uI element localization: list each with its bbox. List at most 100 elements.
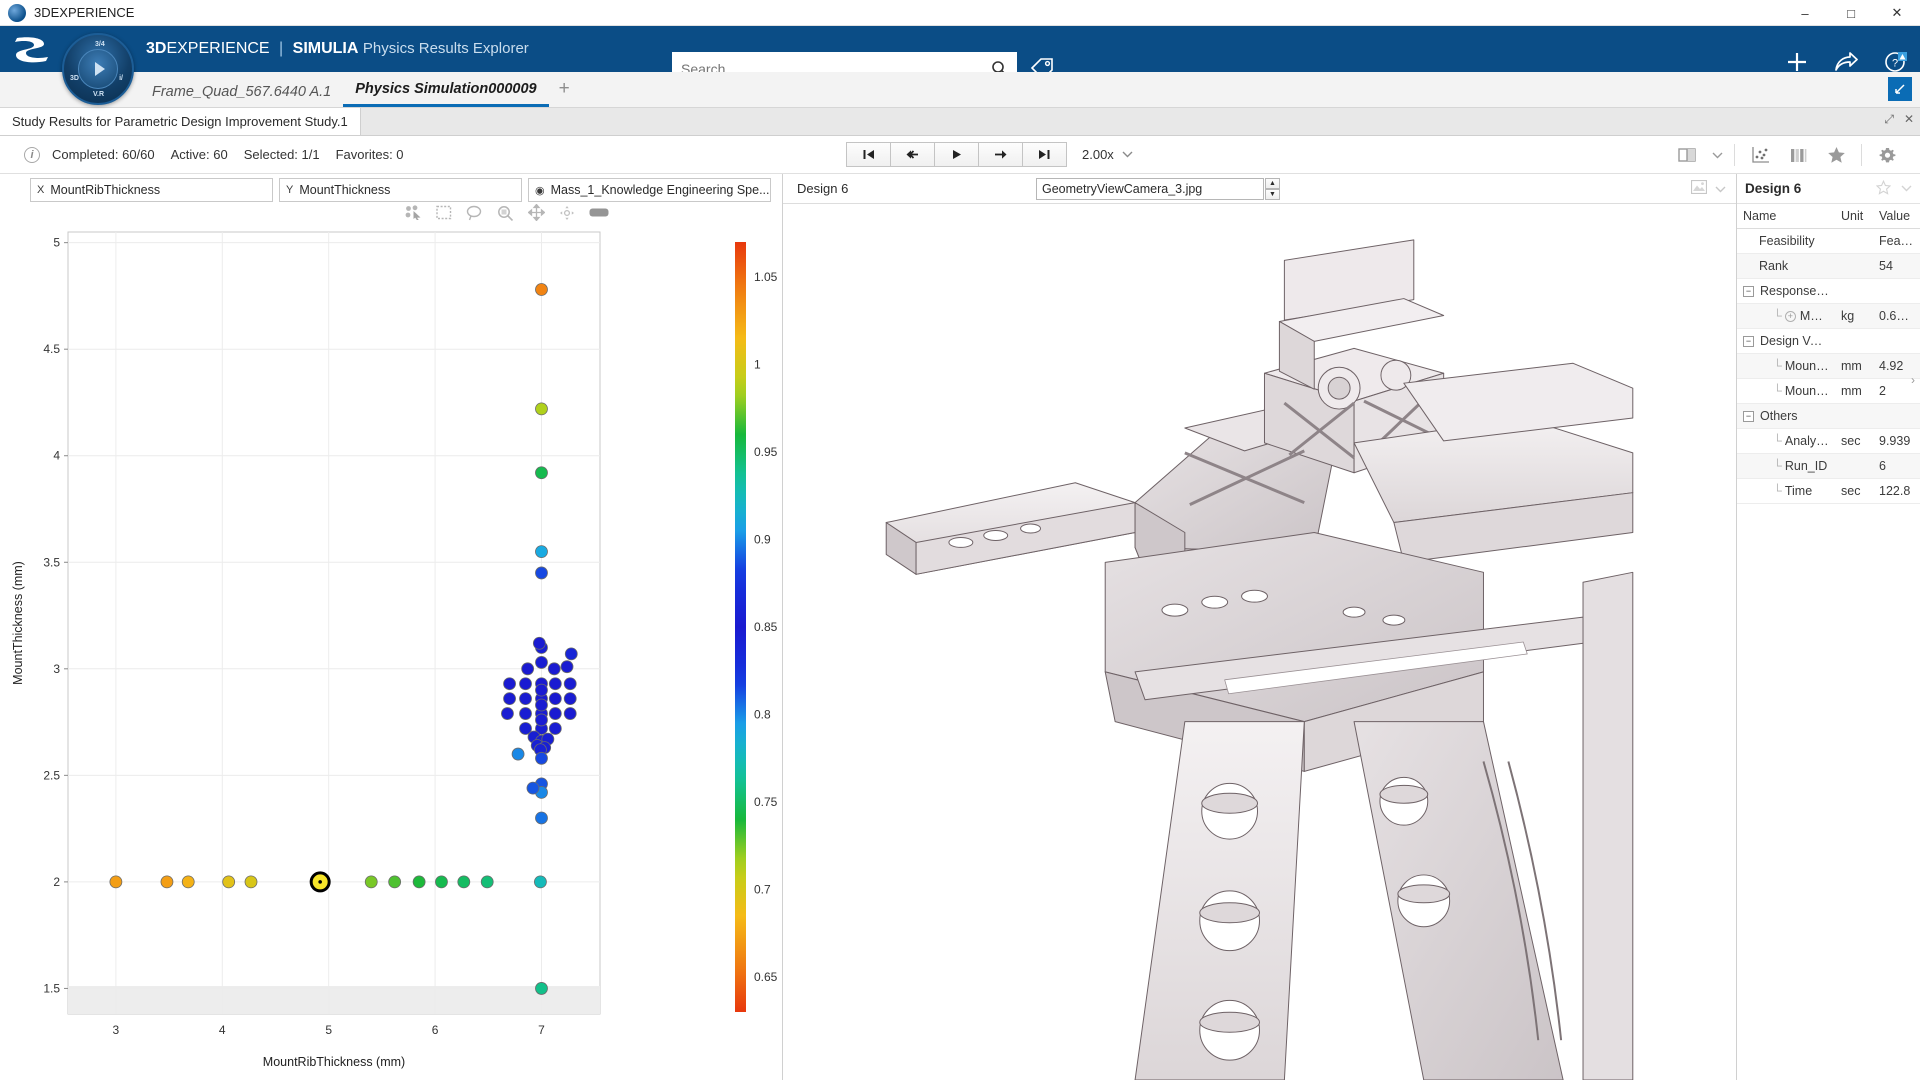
data-point[interactable] <box>522 663 534 675</box>
table-row[interactable]: FeasibilityFeasible <box>1737 229 1920 254</box>
play-button[interactable] <box>934 142 979 167</box>
color-variable-selector[interactable]: ◉ Mass_1_Knowledge Engineering Spe... <box>528 178 771 202</box>
rectangle-select-icon[interactable] <box>436 205 452 223</box>
table-row[interactable]: └MountThick...mm2 <box>1737 379 1920 404</box>
layout-dropdown-chevron-down-icon[interactable] <box>1706 140 1728 170</box>
camera-file-spinner[interactable]: ▲ ▼ <box>1265 178 1280 200</box>
minimize-button[interactable]: – <box>1782 0 1828 26</box>
spinner-down-button[interactable]: ▼ <box>1265 189 1280 200</box>
table-row[interactable]: −Others <box>1737 404 1920 429</box>
data-point[interactable] <box>549 722 561 734</box>
data-point[interactable] <box>501 708 513 720</box>
data-point[interactable] <box>549 693 561 705</box>
collapse-panel-button[interactable] <box>1888 77 1912 101</box>
data-point[interactable] <box>564 693 576 705</box>
scatter-plot-icon[interactable] <box>1741 140 1779 170</box>
close-button[interactable]: ✕ <box>1874 0 1920 26</box>
add-content-tab-button[interactable]: + <box>549 78 582 107</box>
table-row[interactable]: └MountRibTh...mm4.92 <box>1737 354 1920 379</box>
lasso-select-icon[interactable] <box>466 205 483 224</box>
legend-toggle-icon[interactable] <box>589 206 609 222</box>
table-row[interactable]: −Response Variables <box>1737 279 1920 304</box>
data-point[interactable] <box>535 546 547 558</box>
spinner-up-button[interactable]: ▲ <box>1265 178 1280 189</box>
first-frame-button[interactable] <box>846 142 891 167</box>
data-point[interactable] <box>161 876 173 888</box>
favorite-star-icon[interactable] <box>1876 180 1891 198</box>
scatter-plot-area[interactable]: 1.522.533.544.5534567MountRibThickness (… <box>0 224 782 1084</box>
data-point[interactable] <box>535 982 547 994</box>
colorbar[interactable] <box>735 242 746 1012</box>
data-point[interactable] <box>534 876 546 888</box>
data-point[interactable] <box>182 876 194 888</box>
maximize-button[interactable]: □ <box>1828 0 1874 26</box>
reset-view-icon[interactable] <box>559 205 575 224</box>
pan-icon[interactable] <box>528 204 545 224</box>
data-point[interactable] <box>535 812 547 824</box>
data-point[interactable] <box>365 876 377 888</box>
data-point[interactable] <box>533 637 545 649</box>
data-point[interactable] <box>504 693 516 705</box>
viewport-chevron-down-icon[interactable] <box>1715 181 1726 196</box>
last-frame-button[interactable] <box>1022 142 1067 167</box>
data-point[interactable] <box>520 678 532 690</box>
data-point[interactable] <box>549 678 561 690</box>
playback-speed-dropdown[interactable]: 2.00x <box>1082 147 1133 162</box>
zoom-icon[interactable] <box>497 205 514 224</box>
content-tab-simulation[interactable]: Physics Simulation000009 <box>343 81 548 107</box>
study-tab[interactable]: Study Results for Parametric Design Impr… <box>0 108 361 135</box>
close-study-icon[interactable]: ✕ <box>1904 112 1914 127</box>
data-point[interactable] <box>504 678 516 690</box>
data-point[interactable] <box>535 752 547 764</box>
data-point[interactable] <box>564 678 576 690</box>
data-point[interactable] <box>527 782 539 794</box>
data-point[interactable] <box>535 284 547 296</box>
data-point[interactable] <box>481 876 493 888</box>
layout-split-icon[interactable] <box>1668 140 1706 170</box>
table-row[interactable]: └AnalysisTimesec9.939 <box>1737 429 1920 454</box>
3d-viewport[interactable]: ‹ <box>783 204 1736 1080</box>
data-point[interactable] <box>520 693 532 705</box>
data-point[interactable] <box>512 748 524 760</box>
data-point[interactable] <box>520 708 532 720</box>
table-row[interactable]: Rank54 <box>1737 254 1920 279</box>
scatter-plot-svg[interactable]: 1.522.533.544.5534567MountRibThickness (… <box>0 224 783 1084</box>
data-point[interactable] <box>110 876 122 888</box>
table-row[interactable]: └+Mass_1_Kn...kg0.6996 <box>1737 304 1920 329</box>
data-point[interactable] <box>535 684 547 696</box>
data-point[interactable] <box>564 708 576 720</box>
next-frame-button[interactable] <box>978 142 1023 167</box>
right-pane-collapse-arrow[interactable]: › <box>1906 360 1920 400</box>
data-point[interactable] <box>535 467 547 479</box>
point-select-icon[interactable] <box>405 205 422 223</box>
data-point[interactable] <box>561 661 573 673</box>
favorites-star-icon[interactable] <box>1817 140 1855 170</box>
dassault-logo-icon[interactable] <box>0 26 64 72</box>
table-row[interactable]: −Design Variables <box>1737 329 1920 354</box>
data-point[interactable] <box>549 708 561 720</box>
data-point[interactable] <box>535 403 547 415</box>
camera-file-input[interactable]: GeometryViewCamera_3.jpg <box>1036 178 1264 200</box>
data-point[interactable] <box>413 876 425 888</box>
data-point[interactable] <box>435 876 447 888</box>
data-point[interactable] <box>389 876 401 888</box>
expand-study-icon[interactable]: ⤢ <box>1884 112 1894 127</box>
data-point[interactable] <box>245 876 257 888</box>
properties-chevron-down-icon[interactable] <box>1901 180 1912 198</box>
x-axis-selector[interactable]: X MountRibThickness <box>30 178 273 202</box>
parallel-coordinates-icon[interactable] <box>1779 140 1817 170</box>
data-point[interactable] <box>458 876 470 888</box>
data-point[interactable] <box>535 567 547 579</box>
compass-icon[interactable]: 3/4 3D i/ V.R <box>62 33 134 105</box>
data-point[interactable] <box>535 656 547 668</box>
selected-data-point[interactable] <box>311 873 329 891</box>
settings-gear-icon[interactable] <box>1868 140 1906 170</box>
data-point[interactable] <box>535 699 547 711</box>
previous-frame-button[interactable] <box>890 142 935 167</box>
content-tab-product[interactable]: Frame_Quad_567.6440 A.1 <box>140 84 343 107</box>
expand-dot-icon[interactable]: + <box>1785 311 1796 322</box>
data-point[interactable] <box>535 714 547 726</box>
table-row[interactable]: └Timesec122.8 <box>1737 479 1920 504</box>
y-axis-selector[interactable]: Y MountThickness <box>279 178 522 202</box>
data-point[interactable] <box>565 648 577 660</box>
